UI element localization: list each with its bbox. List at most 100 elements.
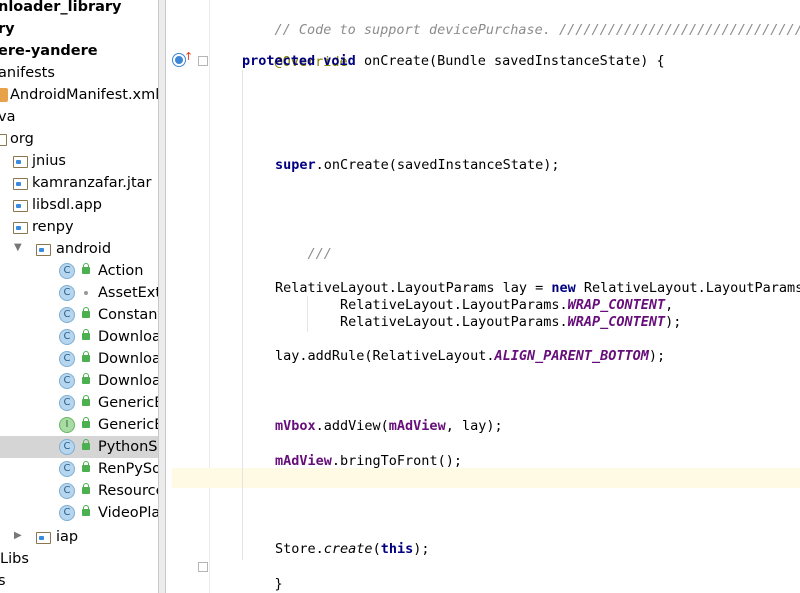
tree-item-class[interactable]: C RenPySo bbox=[0, 458, 158, 480]
tree-item-label: RenPySo bbox=[98, 461, 158, 477]
keyword-this: this bbox=[380, 541, 414, 557]
tree-item-label: anifests bbox=[0, 65, 55, 81]
code-line-wrap-content-2: RelativeLayout.LayoutParams.WRAP_CONTENT… bbox=[340, 313, 681, 331]
code-comment: // Code to support devicePurchase. /////… bbox=[274, 22, 800, 38]
store-create-method: create bbox=[323, 541, 373, 557]
method-signature: onCreate(Bundle savedInstanceState) { bbox=[355, 53, 665, 69]
indent-guide bbox=[307, 296, 308, 332]
code-line-slash-comment: /// bbox=[275, 227, 332, 281]
tree-item-iap[interactable]: ▶ iap bbox=[0, 526, 158, 548]
package-folder-icon bbox=[13, 178, 28, 190]
tree-item-class[interactable]: C VideoPla bbox=[0, 502, 158, 524]
package-private-dot-icon bbox=[84, 291, 88, 295]
class-icon: C bbox=[59, 351, 75, 367]
tree-item-label: GenericB bbox=[98, 417, 158, 433]
fold-marker-icon[interactable] bbox=[198, 56, 208, 66]
lock-icon bbox=[82, 505, 90, 516]
code-line-close-brace: } bbox=[242, 557, 283, 593]
lock-icon bbox=[82, 307, 90, 318]
class-icon: C bbox=[59, 461, 75, 477]
lock-icon bbox=[82, 417, 90, 428]
tree-item-module[interactable]: ere-yandere bbox=[0, 40, 158, 62]
layout-params-ctor: RelativeLayout.LayoutParams( bbox=[575, 280, 800, 296]
code-comment: /// bbox=[307, 246, 332, 262]
store-open-paren: ( bbox=[372, 541, 381, 557]
package-folder-icon bbox=[13, 222, 28, 234]
package-folder-icon bbox=[13, 200, 28, 212]
expand-arrow-down-icon[interactable]: ▼ bbox=[14, 242, 22, 253]
tree-item-label: iap bbox=[56, 529, 79, 545]
code-line-layout-params: RelativeLayout.LayoutParams lay = new Re… bbox=[275, 279, 800, 297]
interface-icon: I bbox=[59, 417, 75, 433]
tree-item-label: libsdl.app bbox=[32, 197, 102, 213]
lock-icon bbox=[82, 461, 90, 472]
tree-item-class[interactable]: C GenericB bbox=[0, 392, 158, 414]
tree-item-renpy[interactable]: renpy bbox=[0, 216, 158, 238]
tree-item-org[interactable]: org bbox=[0, 128, 158, 150]
tree-item-jtar[interactable]: kamranzafar.jtar bbox=[0, 172, 158, 194]
keyword-void: void bbox=[323, 53, 356, 69]
add-rule-close: ); bbox=[648, 348, 666, 364]
super-call: .onCreate(savedInstanceState); bbox=[315, 157, 560, 173]
package-folder-icon bbox=[36, 244, 51, 256]
tree-item-module[interactable]: nloader_library bbox=[0, 0, 158, 18]
class-icon: C bbox=[59, 483, 75, 499]
tree-item-label: renpy bbox=[32, 219, 74, 235]
class-icon: C bbox=[59, 395, 75, 411]
tree-item-label: iLibs bbox=[0, 551, 29, 567]
class-icon: C bbox=[59, 373, 75, 389]
tree-item-jnilibs[interactable]: iLibs bbox=[0, 548, 158, 570]
tree-item-class[interactable]: C Constant bbox=[0, 304, 158, 326]
tree-item-class[interactable]: C Downloa bbox=[0, 370, 158, 392]
keyword-super: super bbox=[275, 157, 316, 173]
panel-splitter[interactable] bbox=[158, 0, 166, 593]
close-brace: } bbox=[274, 576, 283, 592]
indent-guide bbox=[242, 70, 243, 560]
tree-item-class[interactable]: C Downloa bbox=[0, 348, 158, 370]
tree-item-class[interactable]: C Downloa bbox=[0, 326, 158, 348]
project-tree: nloader_library ry ere-yandere anifests … bbox=[0, 0, 158, 593]
tree-item-class[interactable]: C Action bbox=[0, 260, 158, 282]
add-view-close: , lay); bbox=[445, 418, 503, 434]
wrap-separator: ); bbox=[665, 314, 682, 330]
code-editor[interactable]: // Code to support devicePurchase. /////… bbox=[211, 0, 800, 593]
code-line-add-view: mVbox.addView(mAdView, lay); bbox=[275, 417, 503, 435]
class-icon: C bbox=[59, 439, 75, 455]
tree-item-label: AndroidManifest.xml bbox=[10, 87, 158, 103]
package-folder-icon bbox=[13, 156, 28, 168]
tree-item-interface[interactable]: I GenericB bbox=[0, 414, 158, 436]
tree-item-class[interactable]: C AssetExt bbox=[0, 282, 158, 304]
fold-marker-icon[interactable] bbox=[198, 562, 208, 572]
tree-item-label: GenericB bbox=[98, 395, 158, 411]
manifest-file-icon bbox=[0, 88, 8, 102]
wrap-separator: , bbox=[665, 297, 674, 313]
code-line-method-signature: protected void onCreate(Bundle savedInst… bbox=[242, 52, 665, 70]
field-madview: mAdView bbox=[388, 418, 446, 434]
tree-item-label: org bbox=[10, 131, 34, 147]
tree-item-android-manifest[interactable]: AndroidManifest.xml bbox=[0, 84, 158, 106]
tree-item-class-selected[interactable]: C PythonSD bbox=[0, 436, 158, 458]
tree-item-module[interactable]: ry bbox=[0, 18, 158, 40]
tree-item-label: VideoPla bbox=[98, 505, 158, 521]
tree-item-res[interactable]: s bbox=[0, 570, 158, 592]
tree-item-android[interactable]: ▼ android bbox=[0, 238, 158, 260]
lock-icon bbox=[82, 483, 90, 494]
add-rule-call: lay.addRule(RelativeLayout. bbox=[275, 348, 495, 364]
field-mvbox: mVbox bbox=[275, 418, 316, 434]
tree-item-class[interactable]: C Resource bbox=[0, 480, 158, 502]
code-line-bring-to-front: mAdView.bringToFront(); bbox=[275, 452, 462, 470]
tree-item-label: va bbox=[0, 109, 16, 125]
store-close: ); bbox=[413, 541, 430, 557]
code-line-store-create: Store.create(this); bbox=[275, 540, 429, 558]
tree-item-jnius[interactable]: jnius bbox=[0, 150, 158, 172]
tree-item-label: ry bbox=[0, 21, 15, 37]
class-icon: C bbox=[59, 263, 75, 279]
wrap-content-constant: WRAP_CONTENT bbox=[567, 297, 666, 313]
package-folder-icon bbox=[36, 532, 51, 544]
tree-item-libsdl[interactable]: libsdl.app bbox=[0, 194, 158, 216]
tree-item-manifests[interactable]: anifests bbox=[0, 62, 158, 84]
tree-item-label: ere-yandere bbox=[0, 43, 98, 59]
tree-item-java[interactable]: va bbox=[0, 106, 158, 128]
expand-arrow-right-icon[interactable]: ▶ bbox=[14, 530, 22, 541]
add-view-call: .addView( bbox=[315, 418, 389, 434]
